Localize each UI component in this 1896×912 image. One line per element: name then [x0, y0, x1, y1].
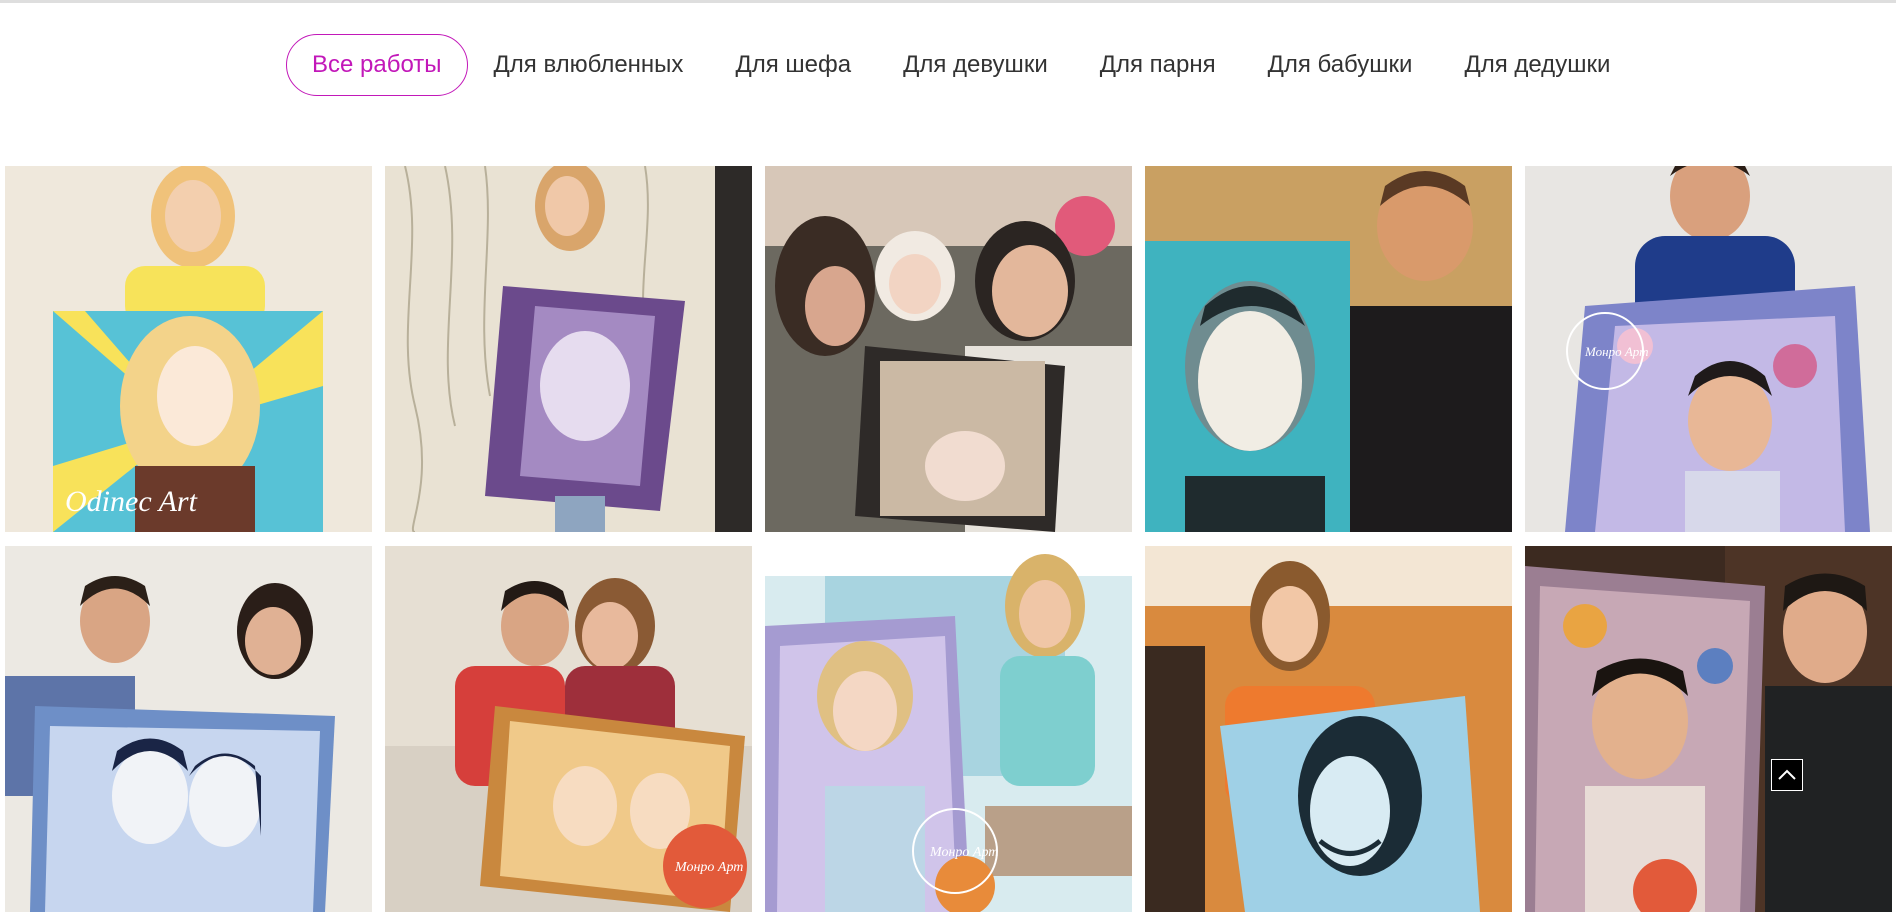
- tab-for-boss[interactable]: Для шефа: [709, 34, 877, 96]
- gallery-item-couple-abstract-blue[interactable]: [5, 546, 372, 912]
- gallery-photo: Монро Арт: [1525, 166, 1892, 532]
- gallery-photo: [765, 166, 1132, 532]
- tab-for-lovers[interactable]: Для влюбленных: [468, 34, 710, 96]
- gallery-item-woman-popart-yellow[interactable]: Odinec Art: [5, 166, 372, 532]
- gallery-photo: Монро Арт: [765, 546, 1132, 912]
- gallery-item-woman-purple-portrait[interactable]: [385, 166, 752, 532]
- gallery-photo: [1145, 546, 1512, 912]
- tab-for-grandmother[interactable]: Для бабушки: [1242, 34, 1439, 96]
- gallery-item-man-abstract-orange[interactable]: [1525, 546, 1892, 912]
- monro-watermark: Монро Арт: [674, 860, 743, 875]
- gallery-photo: Odinec Art: [5, 166, 372, 532]
- gallery-photo: [385, 166, 752, 532]
- tab-for-boyfriend[interactable]: Для парня: [1074, 34, 1242, 96]
- gallery-item-family-with-baby[interactable]: [765, 166, 1132, 532]
- top-divider: [0, 0, 1896, 3]
- gallery-photo: [1145, 166, 1512, 532]
- gallery-item-man-teal-popart[interactable]: [1145, 166, 1512, 532]
- gallery-item-man-abstract-blue[interactable]: Монро Арт: [1525, 166, 1892, 532]
- chevron-up-icon: [1778, 769, 1796, 780]
- odinec-watermark: Odinec Art: [65, 485, 198, 518]
- gallery-photo: [1525, 546, 1892, 912]
- monro-watermark: Монро Арт: [929, 845, 998, 860]
- gallery-item-woman-popart-blue[interactable]: [1145, 546, 1512, 912]
- tab-all-works[interactable]: Все работы: [286, 34, 468, 96]
- portfolio-gallery: Odinec Art Монро Арт Монро Арт Монро Арт: [5, 166, 1896, 912]
- monro-watermark: Монро Арт: [1584, 344, 1649, 359]
- scroll-to-top-button[interactable]: [1771, 759, 1803, 791]
- tab-for-girlfriend[interactable]: Для девушки: [877, 34, 1074, 96]
- gallery-item-woman-floral-portrait[interactable]: Монро Арт: [765, 546, 1132, 912]
- portfolio-filter-tabs: Все работы Для влюбленных Для шефа Для д…: [286, 34, 1636, 96]
- gallery-photo: [5, 546, 372, 912]
- tab-for-grandfather[interactable]: Для дедушки: [1438, 34, 1636, 96]
- gallery-photo: Монро Арт: [385, 546, 752, 912]
- gallery-item-couple-warm-portrait[interactable]: Монро Арт: [385, 546, 752, 912]
